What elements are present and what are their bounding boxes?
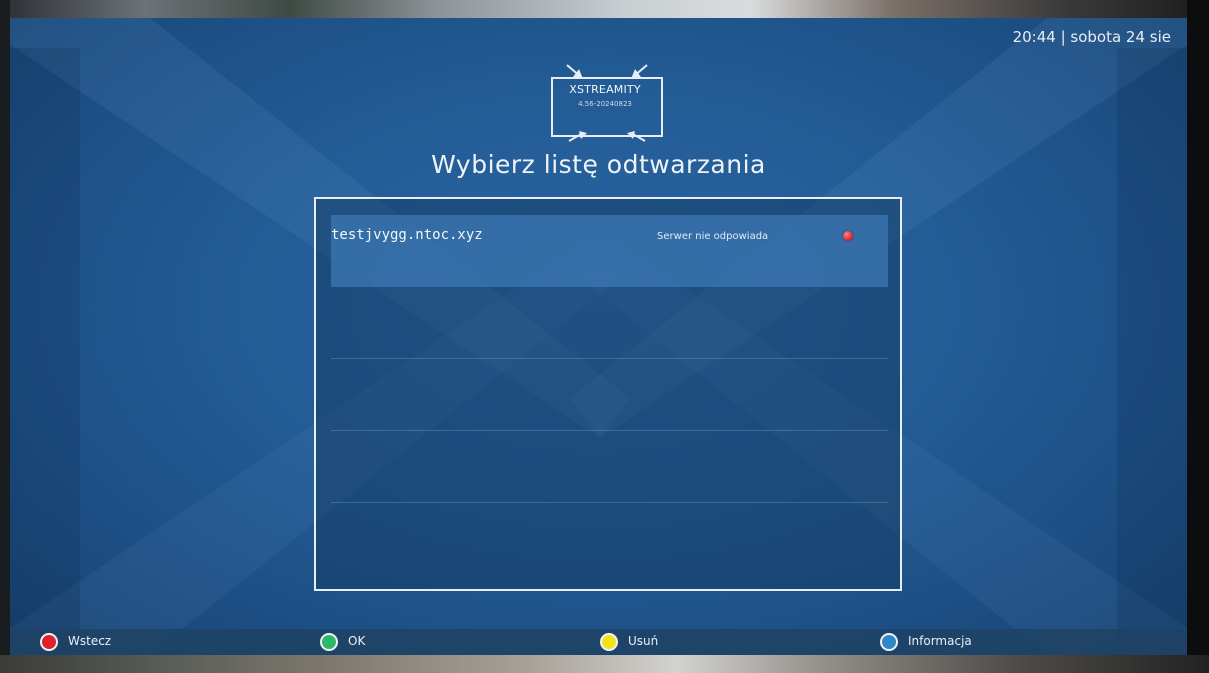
delete-label: Usuń [628, 634, 659, 648]
blue-button-icon [880, 633, 898, 651]
row-divider [331, 502, 888, 503]
row-divider [331, 358, 888, 359]
status-dot-icon [843, 231, 853, 241]
xstreamity-logo: XSTREAMITY 4.56-20240823 [549, 61, 665, 145]
background-photo-bottom [0, 655, 1209, 673]
background-photo-left [0, 0, 10, 673]
ok-label: OK [348, 634, 366, 648]
logo-version: 4.56-20240823 [578, 100, 632, 108]
playlist-list[interactable]: testjvygg.ntoc.xyz Serwer nie odpowiada [314, 197, 902, 591]
playlist-name: testjvygg.ntoc.xyz [331, 227, 483, 243]
green-button-icon [320, 633, 338, 651]
background-photo-top [0, 0, 1209, 18]
row-divider [331, 430, 888, 431]
info-label: Informacja [908, 634, 972, 648]
background-photo-right [1187, 0, 1209, 673]
playlist-status: Serwer nie odpowiada [657, 231, 769, 242]
playlist-selection-screen: 20:44 | sobota 24 sie XSTREAMITY 4.56-20… [10, 18, 1187, 655]
back-label: Wstecz [68, 634, 112, 648]
red-button-icon [40, 633, 58, 651]
clock-date: 20:44 | sobota 24 sie [1012, 28, 1171, 46]
logo-title: XSTREAMITY [569, 83, 641, 96]
playlist-row-selected[interactable]: testjvygg.ntoc.xyz Serwer nie odpowiada [331, 215, 888, 287]
yellow-button-icon [600, 633, 618, 651]
button-hint-bar: Wstecz OK Usuń Informacja [10, 629, 1187, 655]
tv-screen: 20:44 | sobota 24 sie XSTREAMITY 4.56-20… [0, 0, 1209, 673]
page-title: Wybierz listę odtwarzania [431, 150, 766, 179]
